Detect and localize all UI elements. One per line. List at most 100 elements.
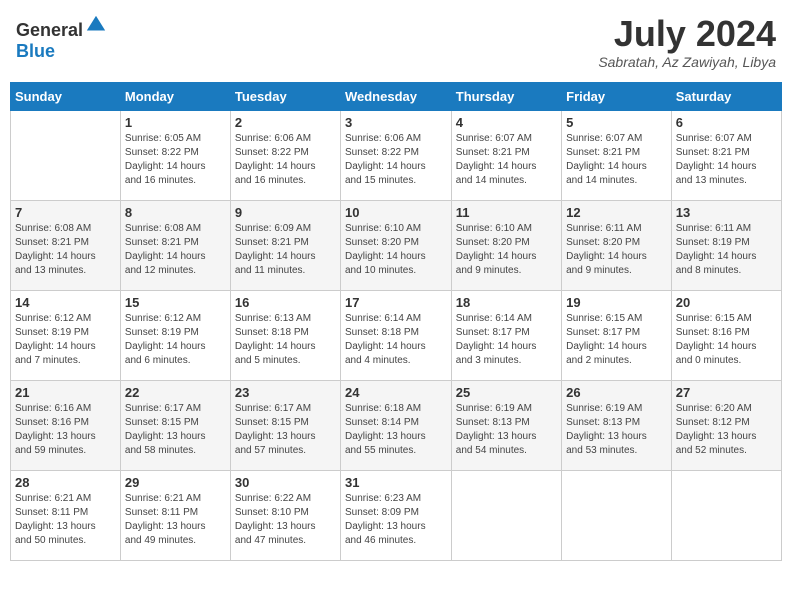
calendar-cell: 24 Sunrise: 6:18 AMSunset: 8:14 PMDayligh… [340, 380, 451, 470]
calendar-cell [451, 470, 561, 560]
day-number: 11 [456, 205, 557, 220]
day-number: 3 [345, 115, 447, 130]
calendar-cell: 30 Sunrise: 6:22 AMSunset: 8:10 PMDayligh… [230, 470, 340, 560]
day-info: Sunrise: 6:05 AMSunset: 8:22 PMDaylight:… [125, 132, 226, 188]
title-area: July 2024 Sabratah, Az Zawiyah, Libya [598, 14, 776, 70]
day-info: Sunrise: 6:15 AMSunset: 8:17 PMDaylight:… [566, 312, 667, 368]
calendar-cell: 10Sunrise: 6:10 AMSunset: 8:20 PMDayligh… [340, 200, 451, 290]
logo-blue: Blue [16, 41, 55, 61]
calendar-cell: 20 Sunrise: 6:15 AMSunset: 8:16 PMDayligh… [671, 290, 781, 380]
calendar-header: Sunday Monday Tuesday Wednesday Thursday… [11, 82, 782, 110]
day-number: 15 [125, 295, 226, 310]
day-info: Sunrise: 6:18 AMSunset: 8:14 PMDaylight:… [345, 402, 447, 458]
calendar-cell: 28 Sunrise: 6:21 AMSunset: 8:11 PMDayligh… [11, 470, 121, 560]
calendar-cell: 12 Sunrise: 6:11 AMSunset: 8:20 PMDayligh… [562, 200, 672, 290]
location: Sabratah, Az Zawiyah, Libya [598, 54, 776, 70]
calendar-cell: 15Sunrise: 6:12 AMSunset: 8:19 PMDayligh… [120, 290, 230, 380]
day-info: Sunrise: 6:11 AMSunset: 8:20 PMDaylight:… [566, 222, 667, 278]
day-info: Sunrise: 6:15 AMSunset: 8:16 PMDaylight:… [676, 312, 777, 368]
day-info: Sunrise: 6:23 AMSunset: 8:09 PMDaylight:… [345, 492, 447, 548]
day-info: Sunrise: 6:13 AMSunset: 8:18 PMDaylight:… [235, 312, 336, 368]
calendar-cell: 31 Sunrise: 6:23 AMSunset: 8:09 PMDayligh… [340, 470, 451, 560]
calendar-cell: 18 Sunrise: 6:14 AMSunset: 8:17 PMDayligh… [451, 290, 561, 380]
day-number: 8 [125, 205, 226, 220]
calendar-cell: 6 Sunrise: 6:07 AMSunset: 8:21 PMDaylight… [671, 110, 781, 200]
page-header: General Blue July 2024 Sabratah, Az Zawi… [10, 10, 782, 74]
calendar-cell: 27Sunrise: 6:20 AMSunset: 8:12 PMDayligh… [671, 380, 781, 470]
day-number: 25 [456, 385, 557, 400]
day-info: Sunrise: 6:14 AMSunset: 8:17 PMDaylight:… [456, 312, 557, 368]
day-number: 18 [456, 295, 557, 310]
day-info: Sunrise: 6:07 AMSunset: 8:21 PMDaylight:… [456, 132, 557, 188]
day-number: 7 [15, 205, 116, 220]
calendar-week-row: 28 Sunrise: 6:21 AMSunset: 8:11 PMDayligh… [11, 470, 782, 560]
day-number: 29 [125, 475, 226, 490]
calendar-cell: 9Sunrise: 6:09 AMSunset: 8:21 PMDaylight… [230, 200, 340, 290]
logo: General Blue [16, 14, 107, 62]
header-row: Sunday Monday Tuesday Wednesday Thursday… [11, 82, 782, 110]
calendar-cell: 1 Sunrise: 6:05 AMSunset: 8:22 PMDaylight… [120, 110, 230, 200]
day-number: 24 [345, 385, 447, 400]
logo-wordmark: General Blue [16, 14, 107, 62]
calendar-cell: 4Sunrise: 6:07 AMSunset: 8:21 PMDaylight… [451, 110, 561, 200]
calendar-cell: 2 Sunrise: 6:06 AMSunset: 8:22 PMDaylight… [230, 110, 340, 200]
col-saturday: Saturday [671, 82, 781, 110]
day-info: Sunrise: 6:06 AMSunset: 8:22 PMDaylight:… [235, 132, 336, 188]
day-number: 17 [345, 295, 447, 310]
calendar-cell: 17 Sunrise: 6:14 AMSunset: 8:18 PMDayligh… [340, 290, 451, 380]
day-info: Sunrise: 6:07 AMSunset: 8:21 PMDaylight:… [676, 132, 777, 188]
calendar-week-row: 1 Sunrise: 6:05 AMSunset: 8:22 PMDaylight… [11, 110, 782, 200]
col-thursday: Thursday [451, 82, 561, 110]
day-number: 26 [566, 385, 667, 400]
calendar-week-row: 14 Sunrise: 6:12 AMSunset: 8:19 PMDayligh… [11, 290, 782, 380]
calendar-cell: 23 Sunrise: 6:17 AMSunset: 8:15 PMDayligh… [230, 380, 340, 470]
calendar-table: Sunday Monday Tuesday Wednesday Thursday… [10, 82, 782, 561]
day-number: 9 [235, 205, 336, 220]
day-number: 14 [15, 295, 116, 310]
calendar-cell: 8 Sunrise: 6:08 AMSunset: 8:21 PMDaylight… [120, 200, 230, 290]
day-info: Sunrise: 6:08 AMSunset: 8:21 PMDaylight:… [125, 222, 226, 278]
calendar-cell: 13Sunrise: 6:11 AMSunset: 8:19 PMDayligh… [671, 200, 781, 290]
day-number: 20 [676, 295, 777, 310]
day-info: Sunrise: 6:08 AMSunset: 8:21 PMDaylight:… [15, 222, 116, 278]
day-info: Sunrise: 6:14 AMSunset: 8:18 PMDaylight:… [345, 312, 447, 368]
day-number: 23 [235, 385, 336, 400]
calendar-cell [11, 110, 121, 200]
col-friday: Friday [562, 82, 672, 110]
col-tuesday: Tuesday [230, 82, 340, 110]
day-number: 5 [566, 115, 667, 130]
calendar-week-row: 21Sunrise: 6:16 AMSunset: 8:16 PMDayligh… [11, 380, 782, 470]
day-info: Sunrise: 6:06 AMSunset: 8:22 PMDaylight:… [345, 132, 447, 188]
day-info: Sunrise: 6:12 AMSunset: 8:19 PMDaylight:… [15, 312, 116, 368]
col-sunday: Sunday [11, 82, 121, 110]
calendar-cell: 26 Sunrise: 6:19 AMSunset: 8:13 PMDayligh… [562, 380, 672, 470]
calendar-cell: 11 Sunrise: 6:10 AMSunset: 8:20 PMDayligh… [451, 200, 561, 290]
day-info: Sunrise: 6:10 AMSunset: 8:20 PMDaylight:… [456, 222, 557, 278]
calendar-cell: 19 Sunrise: 6:15 AMSunset: 8:17 PMDayligh… [562, 290, 672, 380]
day-info: Sunrise: 6:07 AMSunset: 8:21 PMDaylight:… [566, 132, 667, 188]
day-number: 2 [235, 115, 336, 130]
day-number: 19 [566, 295, 667, 310]
col-wednesday: Wednesday [340, 82, 451, 110]
day-number: 1 [125, 115, 226, 130]
col-monday: Monday [120, 82, 230, 110]
day-info: Sunrise: 6:22 AMSunset: 8:10 PMDaylight:… [235, 492, 336, 548]
calendar-cell: 14 Sunrise: 6:12 AMSunset: 8:19 PMDayligh… [11, 290, 121, 380]
day-number: 21 [15, 385, 116, 400]
day-number: 6 [676, 115, 777, 130]
day-info: Sunrise: 6:11 AMSunset: 8:19 PMDaylight:… [676, 222, 777, 278]
day-number: 31 [345, 475, 447, 490]
day-info: Sunrise: 6:10 AMSunset: 8:20 PMDaylight:… [345, 222, 447, 278]
day-info: Sunrise: 6:21 AMSunset: 8:11 PMDaylight:… [125, 492, 226, 548]
day-number: 28 [15, 475, 116, 490]
day-info: Sunrise: 6:19 AMSunset: 8:13 PMDaylight:… [456, 402, 557, 458]
calendar-cell: 25 Sunrise: 6:19 AMSunset: 8:13 PMDayligh… [451, 380, 561, 470]
calendar-cell: 3 Sunrise: 6:06 AMSunset: 8:22 PMDaylight… [340, 110, 451, 200]
day-info: Sunrise: 6:21 AMSunset: 8:11 PMDaylight:… [15, 492, 116, 548]
day-number: 30 [235, 475, 336, 490]
day-number: 12 [566, 205, 667, 220]
day-number: 22 [125, 385, 226, 400]
day-info: Sunrise: 6:17 AMSunset: 8:15 PMDaylight:… [235, 402, 336, 458]
day-info: Sunrise: 6:19 AMSunset: 8:13 PMDaylight:… [566, 402, 667, 458]
day-number: 16 [235, 295, 336, 310]
